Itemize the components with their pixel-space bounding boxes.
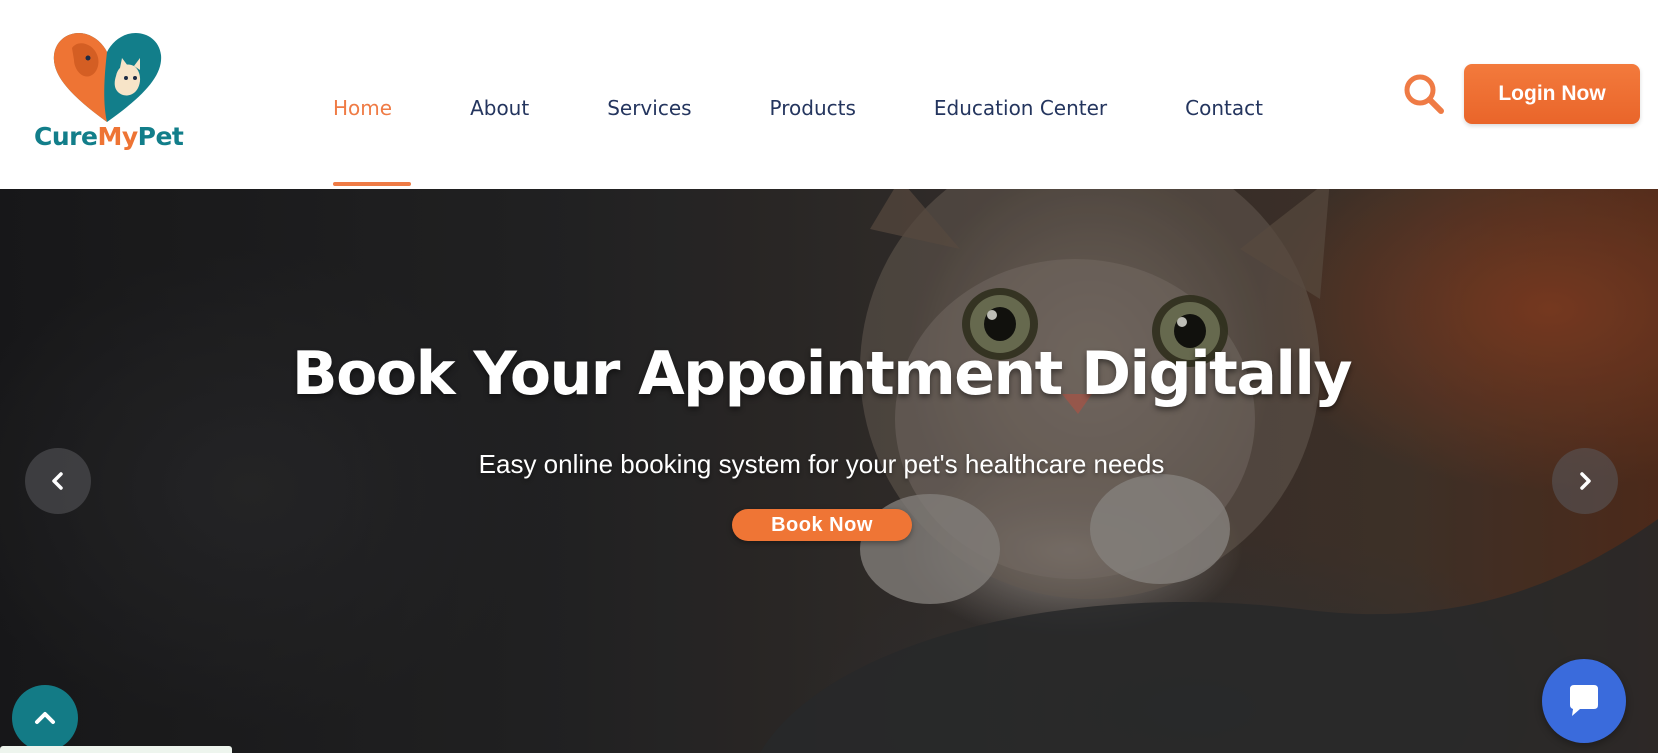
search-button[interactable] bbox=[1400, 70, 1448, 118]
cookie-banner-edge bbox=[0, 746, 232, 753]
chevron-up-icon bbox=[35, 712, 55, 724]
logo-text-pet: Pet bbox=[137, 122, 184, 151]
nav-item-education-center[interactable]: Education Center bbox=[934, 88, 1107, 128]
heart-pets-logo-icon bbox=[53, 32, 162, 122]
logo-text-my: My bbox=[97, 122, 138, 151]
search-icon bbox=[1404, 74, 1444, 114]
main-nav: Home About Services Products Education C… bbox=[333, 88, 1263, 128]
nav-item-home[interactable]: Home bbox=[333, 88, 392, 128]
logo-wordmark: CureMyPet bbox=[34, 122, 184, 151]
login-button[interactable]: Login Now bbox=[1464, 64, 1640, 124]
hero-carousel: Book Your Appointment Digitally Easy onl… bbox=[0, 189, 1658, 753]
scroll-to-top-button[interactable] bbox=[12, 685, 78, 751]
chevron-left-icon bbox=[52, 472, 63, 490]
carousel-next-button[interactable] bbox=[1552, 448, 1618, 514]
logo[interactable]: CureMyPet bbox=[30, 30, 184, 160]
hero-subtitle: Easy online booking system for your pet'… bbox=[478, 449, 1165, 479]
nav-item-about[interactable]: About bbox=[470, 88, 529, 128]
chat-button[interactable] bbox=[1542, 659, 1626, 743]
nav-item-contact[interactable]: Contact bbox=[1185, 88, 1263, 128]
book-now-button[interactable]: Book Now bbox=[732, 509, 912, 541]
nav-item-products[interactable]: Products bbox=[770, 88, 856, 128]
nav-active-underline bbox=[333, 182, 411, 186]
nav-item-services[interactable]: Services bbox=[607, 88, 691, 128]
hero-title: Book Your Appointment Digitally bbox=[291, 339, 1353, 409]
logo-text-cure: Cure bbox=[34, 122, 98, 151]
chat-bubble-icon bbox=[1570, 685, 1598, 716]
chevron-right-icon bbox=[1580, 472, 1591, 490]
carousel-prev-button[interactable] bbox=[25, 448, 91, 514]
site-header: CureMyPet Home About Services Products E… bbox=[0, 0, 1662, 189]
